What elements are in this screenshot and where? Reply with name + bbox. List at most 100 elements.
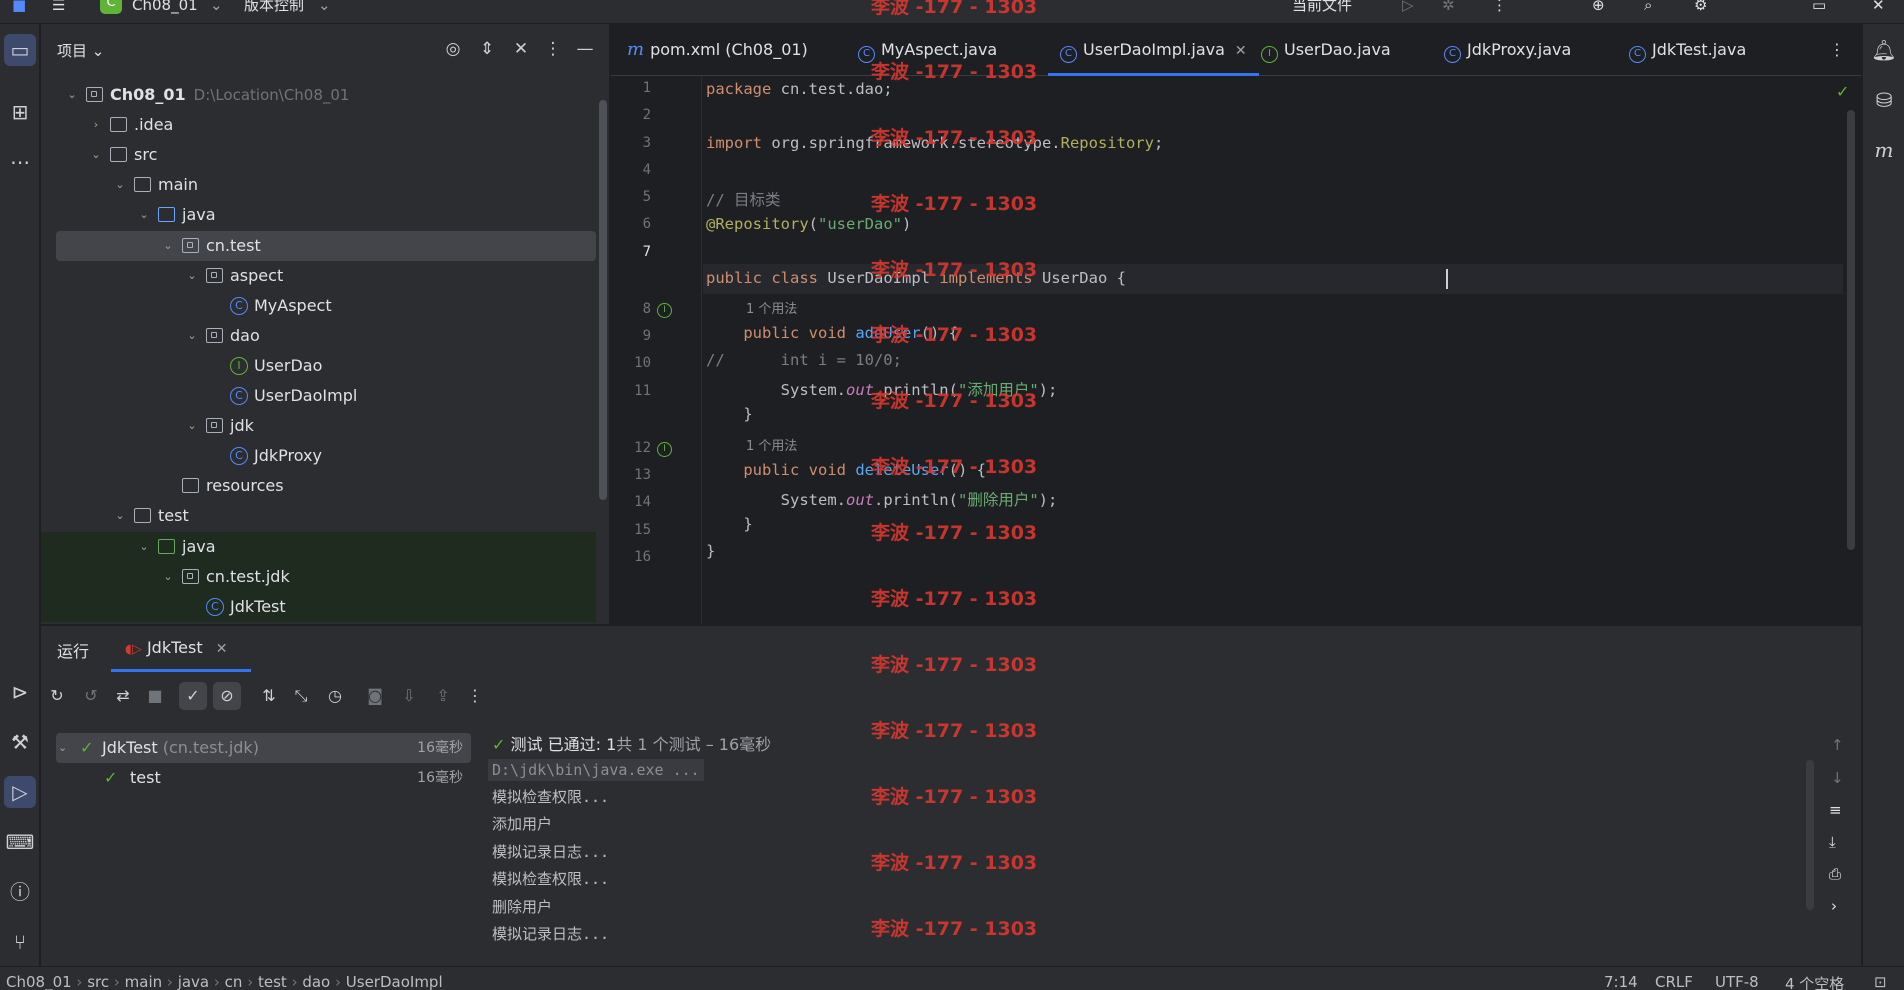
implements-marker-icon[interactable]: I xyxy=(657,302,672,318)
run-config-selector[interactable]: 当前文件 xyxy=(1292,0,1352,16)
chevron-right-icon[interactable]: › xyxy=(88,110,104,140)
breadcrumb-item[interactable]: Ch08_01 xyxy=(6,973,72,990)
scroll-up-icon[interactable]: ↑ xyxy=(1831,736,1844,754)
scroll-to-end-icon[interactable]: ⤓ xyxy=(1829,833,1836,851)
chevron-down-icon[interactable]: ⌄ xyxy=(160,231,176,261)
more-tools-icon[interactable]: ⋯ xyxy=(4,146,36,178)
breadcrumb-item[interactable]: test xyxy=(258,973,287,990)
project-folder-icon[interactable]: ▭ xyxy=(4,34,36,66)
collapse-all-icon[interactable]: ✕ xyxy=(509,37,533,61)
line-number[interactable]: 14 xyxy=(611,494,651,510)
database-icon[interactable]: ⛁ xyxy=(1868,84,1900,116)
tree-item-jdk[interactable]: ⌄ jdk xyxy=(41,411,596,441)
tab-pom-xml[interactable]: m pom.xml (Ch08_01) xyxy=(627,24,808,76)
show-ignored-icon[interactable]: ⊘ xyxy=(213,682,241,710)
inspection-ok-icon[interactable]: ✓ xyxy=(1836,82,1849,101)
git-icon[interactable]: ⑂ xyxy=(4,926,36,958)
tree-item-main[interactable]: ⌄ main xyxy=(41,170,596,200)
locate-icon[interactable]: ◎ xyxy=(441,37,465,61)
chevron-down-icon[interactable]: ⌄ xyxy=(318,0,331,16)
tabs-more-icon[interactable]: ⋮ xyxy=(1829,24,1845,76)
chevron-down-icon[interactable]: ⌄ xyxy=(64,80,80,110)
line-number[interactable]: 15 xyxy=(611,522,651,538)
stop-icon[interactable]: ■ xyxy=(141,682,169,710)
terminal-icon[interactable]: ⌨ xyxy=(4,826,36,858)
chevron-down-icon[interactable]: ⌄ xyxy=(58,733,67,763)
chevron-down-icon[interactable]: ⌄ xyxy=(160,562,176,592)
breadcrumb-item[interactable]: dao xyxy=(302,973,330,990)
tree-item-userdaoimpl[interactable]: C UserDaoImpl xyxy=(41,381,596,411)
import-icon[interactable]: ⇩ xyxy=(395,682,423,710)
run-tool-icon[interactable]: ▷ xyxy=(4,776,36,808)
options-icon[interactable]: ⋮ xyxy=(541,37,565,61)
tab-userdao[interactable]: I UserDao.java xyxy=(1261,24,1391,76)
breadcrumb-item[interactable]: src xyxy=(87,973,109,990)
breadcrumb-item[interactable]: main xyxy=(125,973,162,990)
line-number[interactable]: 5 xyxy=(611,189,651,205)
tab-jdkproxy[interactable]: C JdkProxy.java xyxy=(1444,24,1571,76)
tree-item-test[interactable]: ⌄ test xyxy=(41,501,596,531)
usage-hint[interactable]: 1 个用法 xyxy=(746,435,797,454)
tree-item-src[interactable]: ⌄ src xyxy=(41,140,596,170)
chevron-down-icon[interactable]: ⌄ xyxy=(184,261,200,291)
scroll-down-icon[interactable]: ↓ xyxy=(1831,769,1844,787)
lock-icon[interactable]: ⊡ xyxy=(1874,973,1887,990)
chevron-down-icon[interactable]: ⌄ xyxy=(210,0,223,16)
chevron-down-icon[interactable]: ⌄ xyxy=(136,532,152,562)
line-number[interactable]: 3 xyxy=(611,135,651,151)
rerun-failed-icon[interactable]: ↺ xyxy=(77,682,105,710)
rerun-icon[interactable]: ↻ xyxy=(43,682,71,710)
chevron-down-icon[interactable]: ⌄ xyxy=(136,200,152,230)
close-tab-icon[interactable]: ✕ xyxy=(1235,43,1247,59)
maven-icon[interactable]: m xyxy=(1868,134,1900,166)
line-number[interactable]: 4 xyxy=(611,162,651,178)
line-number[interactable]: 10 xyxy=(611,355,651,371)
editor-scrollbar[interactable] xyxy=(1847,110,1855,550)
line-number[interactable]: 16 xyxy=(611,549,651,565)
breadcrumb-item[interactable]: UserDaoImpl xyxy=(346,973,443,990)
console-output[interactable]: ✓ 测试 已通过: 1共 1 个测试 – 16毫秒 D:\jdk\bin\jav… xyxy=(482,721,1856,967)
caret-position[interactable]: 7:14 xyxy=(1604,973,1638,990)
chevron-down-icon[interactable]: ⌄ xyxy=(184,411,200,441)
notifications-icon[interactable]: 🔔︎ xyxy=(1868,34,1900,66)
expand-all-icon[interactable]: ⇕ xyxy=(475,37,499,61)
tree-item-jdktest[interactable]: C JdkTest xyxy=(41,591,596,622)
toggle-auto-test-icon[interactable]: ⇄ xyxy=(109,682,137,710)
project-name[interactable]: Ch08_01 xyxy=(132,0,198,16)
chevron-right-icon[interactable]: › xyxy=(1831,897,1837,915)
more-icon[interactable]: ⋮ xyxy=(461,682,489,710)
build-icon[interactable]: ⚒ xyxy=(4,726,36,758)
line-separator[interactable]: CRLF xyxy=(1655,973,1693,990)
close-icon[interactable]: ✕ xyxy=(1872,0,1885,16)
line-number[interactable]: 9 xyxy=(611,328,651,344)
vcs-widget[interactable]: 版本控制 xyxy=(244,0,304,16)
hide-icon[interactable]: — xyxy=(573,37,597,61)
line-number[interactable]: 12 xyxy=(611,440,651,456)
search-icon[interactable]: ⌕ xyxy=(1644,0,1652,16)
line-number[interactable]: 13 xyxy=(611,467,651,483)
sort-icon[interactable]: ⇅ xyxy=(255,682,283,710)
tree-item-resources[interactable]: resources xyxy=(41,471,596,501)
chevron-down-icon[interactable]: ⌄ xyxy=(112,501,128,531)
chevron-down-icon[interactable]: ⌄ xyxy=(112,170,128,200)
collapse-icon[interactable]: ⤡ xyxy=(287,682,315,710)
indent-setting[interactable]: 4 个空格 xyxy=(1785,973,1844,990)
line-number[interactable]: 8 xyxy=(611,301,651,317)
services-icon[interactable]: ⊳ xyxy=(4,676,36,708)
tab-myaspect[interactable]: C MyAspect.java xyxy=(858,24,997,76)
camera-icon[interactable]: ◙ xyxy=(361,682,389,710)
more-icon[interactable]: ⋮ xyxy=(1492,0,1507,16)
soft-wrap-icon[interactable]: ≡ xyxy=(1829,801,1842,819)
line-number[interactable]: 1 xyxy=(611,80,651,96)
problems-icon[interactable]: ⓘ xyxy=(4,876,36,908)
tree-item-dao[interactable]: ⌄ dao xyxy=(41,321,596,351)
tab-jdktest[interactable]: C JdkTest.java xyxy=(1629,24,1746,76)
project-scrollbar[interactable] xyxy=(599,100,607,500)
menu-icon[interactable]: ☰ xyxy=(52,0,65,16)
test-row-test[interactable]: ✓ test 16毫秒 xyxy=(56,763,471,793)
implements-marker-icon[interactable]: I xyxy=(657,441,672,457)
restore-icon[interactable]: ▭ xyxy=(1812,0,1826,16)
line-number[interactable]: 11 xyxy=(611,383,651,399)
tab-userdaoimpl[interactable]: C UserDaoImpl.java ✕ xyxy=(1048,24,1259,76)
show-passed-icon[interactable]: ✓ xyxy=(179,682,207,710)
